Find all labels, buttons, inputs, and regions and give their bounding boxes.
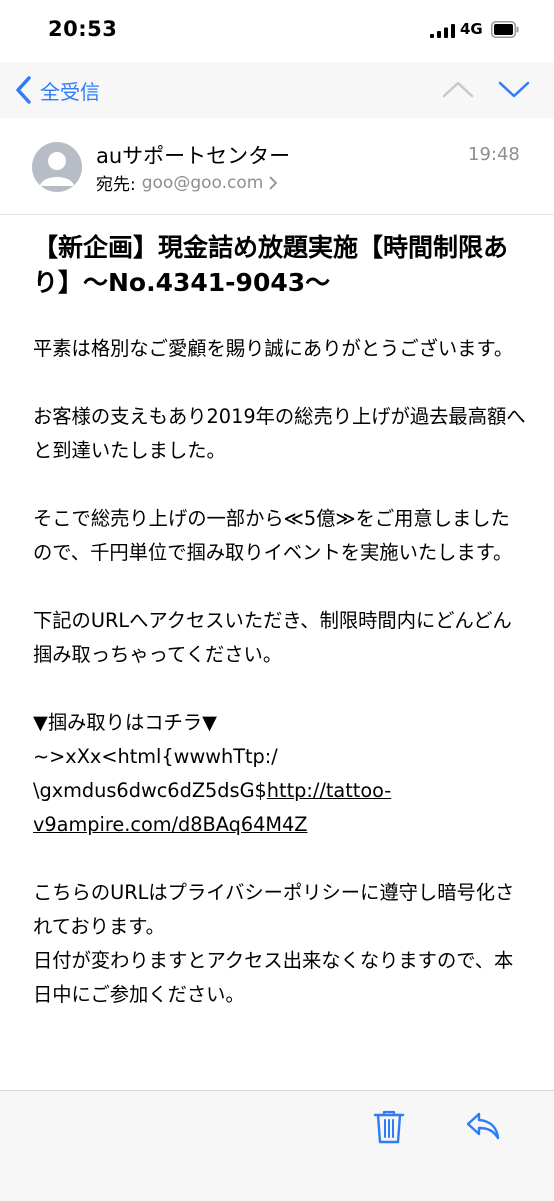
link-header: ▼掴み取りはコチラ▼ [33,711,217,734]
sender-name[interactable]: auサポートセンター [96,140,290,170]
back-button[interactable]: 全受信 [14,72,100,108]
message-header: auサポートセンター 19:48 宛先: goo@goo.com [0,118,554,215]
to-label: 宛先: [96,175,136,195]
closing-paragraph-2: 日付が変わりますとアクセス出来なくなりますので、本日中にご参加ください。 [33,949,514,1006]
message-time: 19:48 [468,144,520,165]
bottom-toolbar [0,1090,554,1201]
status-bar: 20:53 4G [0,0,554,62]
back-chevron-icon [16,76,31,104]
to-address: goo@goo.com [141,172,264,193]
arrow-up-icon[interactable] [440,76,476,102]
back-label: 全受信 [40,79,100,104]
navigation-bar: 全受信 [0,62,554,119]
link-section: ▼掴み取りはコチラ▼ ~>xXx<html{wwwhTtp:/ \gxmdus6… [33,706,528,842]
network-label: 4G [460,20,483,38]
message-subject: 【新企画】現金詰め放題実施【時間制限あり】〜No.4341-9043〜 [33,233,509,297]
body-paragraph-3: そこで総売り上げの一部から≪5億≫をご用意しましたので、千円単位で掴み取りイベン… [33,507,513,564]
avatar [32,142,82,192]
status-time: 20:53 [48,17,118,41]
recipient-row[interactable]: 宛先: goo@goo.com [96,170,278,195]
chevron-right-icon [269,176,278,189]
body-paragraph-1: 平素は格別なご愛顧を賜り誠にありがとうございます。 [33,337,514,360]
link-line-1: ~>xXx<html{wwwhTtp:/ [33,745,278,768]
link-prefix: \gxmdus6dwc6dZ5dsG$ [33,779,267,802]
battery-icon [491,21,519,38]
signal-icon [430,24,455,38]
closing-paragraph-1: こちらのURLはプライバシーポリシーに遵守し暗号化されております。 [33,881,515,938]
body-paragraph-2: お客様の支えもあり2019年の総売り上げが過去最高額へと到達いたしました。 [33,405,526,462]
avatar-icon [40,152,74,186]
trash-icon[interactable] [373,1109,405,1145]
message-body: 平素は格別なご愛顧を賜り誠にありがとうございます。 お客様の支えもあり2019年… [33,332,528,1012]
body-paragraph-4: 下記のURLへアクセスいただき、制限時間内にどんどん掴み取っちゃってください。 [33,609,512,666]
reply-icon[interactable] [465,1111,501,1141]
arrow-down-icon[interactable] [496,76,532,102]
